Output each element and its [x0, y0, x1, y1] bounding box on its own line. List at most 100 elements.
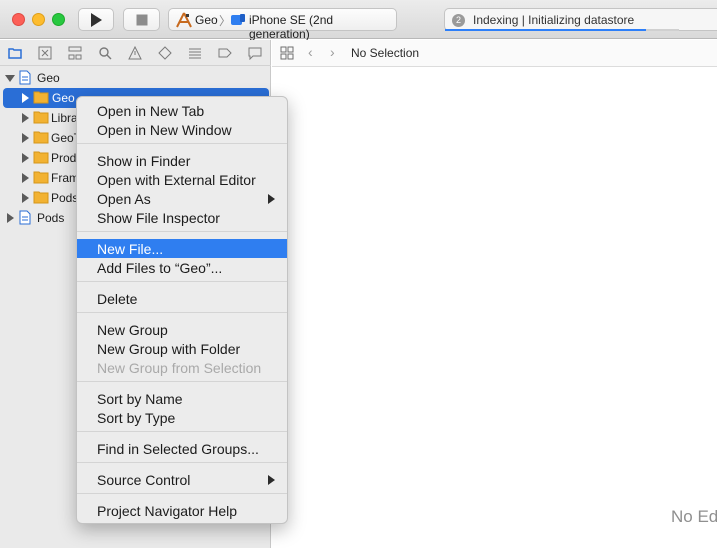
- list-icon[interactable]: [188, 46, 202, 60]
- menu-item-find-in-selected-groups[interactable]: Find in Selected Groups...: [77, 439, 287, 458]
- menu-separator: [77, 462, 287, 463]
- folder-icon: [33, 111, 49, 124]
- diamond-icon[interactable]: [158, 46, 172, 60]
- simulator-device-icon: [231, 14, 245, 25]
- disclosure-triangle-icon[interactable]: [22, 193, 29, 203]
- run-button[interactable]: [78, 8, 114, 31]
- play-icon: [91, 12, 102, 27]
- folder-icon[interactable]: [8, 46, 22, 60]
- minimize-window-button[interactable]: [32, 13, 45, 26]
- back-chevron-icon[interactable]: ‹: [308, 44, 313, 60]
- xcode-app-icon: [176, 12, 192, 28]
- menu-item-project-navigator-help[interactable]: Project Navigator Help: [77, 501, 287, 520]
- stop-button[interactable]: [123, 8, 160, 31]
- menu-item-label: New Group from Selection: [97, 360, 262, 376]
- menu-separator: [77, 381, 287, 382]
- menu-item-new-file[interactable]: New File...: [77, 239, 287, 258]
- menu-item-new-group[interactable]: New Group: [77, 320, 287, 339]
- menu-item-sort-by-type[interactable]: Sort by Type: [77, 408, 287, 427]
- close-window-button[interactable]: [12, 13, 25, 26]
- editor-area: ‹ › No Selection No Ed: [272, 40, 717, 548]
- menu-item-label: Find in Selected Groups...: [97, 441, 259, 457]
- tree-row-label: Pods: [37, 211, 65, 225]
- menu-item-label: Add Files to “Geo”...: [97, 260, 223, 276]
- menu-item-add-files-to-geo[interactable]: Add Files to “Geo”...: [77, 258, 287, 277]
- submenu-arrow-icon: [268, 475, 275, 485]
- menu-separator: [77, 312, 287, 313]
- menu-item-open-with-external-editor[interactable]: Open with External Editor: [77, 170, 287, 189]
- tree-row-label: Libra: [51, 111, 78, 125]
- menu-item-label: Open with External Editor: [97, 172, 256, 188]
- zoom-window-button[interactable]: [52, 13, 65, 26]
- disclosure-triangle-icon[interactable]: [7, 213, 14, 223]
- folder-icon: [33, 171, 49, 184]
- tree-row-label: Geo: [37, 71, 60, 85]
- menu-separator: [77, 493, 287, 494]
- menu-separator: [77, 281, 287, 282]
- menu-item-open-as[interactable]: Open As: [77, 189, 287, 208]
- context-menu: Open in New Tab Open in New Window Show in…: [76, 96, 288, 524]
- x-square-icon[interactable]: [38, 46, 52, 60]
- menu-item-label: Project Navigator Help: [97, 503, 238, 519]
- menu-item-sort-by-name[interactable]: Sort by Name: [77, 389, 287, 408]
- jump-bar: ‹ › No Selection: [272, 40, 717, 67]
- menu-item-label: Show File Inspector: [97, 210, 220, 226]
- menu-item-show-file-inspector[interactable]: Show File Inspector: [77, 208, 287, 227]
- menu-item-label: New Group: [97, 322, 168, 338]
- tree-row-label: Prod: [51, 151, 77, 165]
- menu-item-source-control[interactable]: Source Control: [77, 470, 287, 489]
- menu-item-label: Open in New Window: [97, 122, 232, 138]
- menu-item-show-in-finder[interactable]: Show in Finder: [77, 151, 287, 170]
- folder-icon: [33, 91, 49, 104]
- warning-icon[interactable]: [128, 46, 142, 60]
- related-items-grid-icon[interactable]: [280, 46, 294, 60]
- disclosure-triangle-icon[interactable]: [22, 133, 29, 143]
- menu-item-delete[interactable]: Delete: [77, 289, 287, 308]
- indexing-progress-fill: [445, 29, 647, 31]
- toolbar: Geo 〉 iPhone SE (2nd generation) 2 Index…: [0, 0, 717, 41]
- message-icon[interactable]: [248, 46, 262, 60]
- menu-item-open-in-new-window[interactable]: Open in New Window: [77, 120, 287, 139]
- tree-row-label: Geo: [52, 91, 75, 105]
- submenu-arrow-icon: [268, 194, 275, 204]
- project-icon: [19, 210, 31, 225]
- menu-item-label: Sort by Type: [97, 410, 176, 426]
- activity-status-text: Indexing | Initializing datastore: [473, 13, 635, 27]
- folder-icon: [33, 151, 49, 164]
- folder-icon: [33, 131, 49, 144]
- indexing-progress-bar: [445, 29, 679, 31]
- menu-separator: [77, 231, 287, 232]
- menu-item-label: New File...: [97, 241, 164, 257]
- tag-icon[interactable]: [218, 46, 232, 60]
- disclosure-triangle-icon[interactable]: [22, 93, 29, 103]
- menu-item-label: Delete: [97, 291, 138, 307]
- tree-row-project-geo[interactable]: Geo: [0, 68, 271, 88]
- disclosure-triangle-icon[interactable]: [5, 75, 15, 82]
- scheme-device-name[interactable]: iPhone SE (2nd generation): [249, 13, 396, 41]
- scheme-selector[interactable]: Geo 〉 iPhone SE (2nd generation): [168, 8, 397, 41]
- tree-row-label: Pods: [51, 191, 79, 205]
- menu-item-new-group-from-selection: New Group from Selection: [77, 358, 287, 377]
- scheme-separator: 〉: [219, 14, 232, 28]
- activity-count-badge: 2: [452, 14, 465, 27]
- menu-item-label: Open in New Tab: [97, 103, 205, 119]
- forward-chevron-icon[interactable]: ›: [330, 44, 335, 60]
- menu-item-label: Show in Finder: [97, 153, 191, 169]
- project-icon: [19, 70, 31, 85]
- activity-viewer: 2 Indexing | Initializing datastore: [444, 8, 717, 31]
- menu-item-open-in-new-tab[interactable]: Open in New Tab: [77, 101, 287, 120]
- menu-item-new-group-with-folder[interactable]: New Group with Folder: [77, 339, 287, 358]
- hierarchy-icon[interactable]: [68, 46, 82, 60]
- menu-item-label: Source Control: [97, 472, 191, 488]
- folder-icon: [33, 191, 49, 204]
- menu-item-label: Open As: [97, 191, 151, 207]
- disclosure-triangle-icon[interactable]: [22, 113, 29, 123]
- jump-bar-title: No Selection: [351, 46, 420, 60]
- tree-row-label: Fram: [51, 171, 79, 185]
- menu-item-label: New Group with Folder: [97, 341, 241, 357]
- navigator-tab-bar: [0, 40, 271, 66]
- disclosure-triangle-icon[interactable]: [22, 153, 29, 163]
- scheme-project-name[interactable]: Geo: [195, 13, 218, 27]
- search-icon[interactable]: [98, 46, 112, 60]
- disclosure-triangle-icon[interactable]: [22, 173, 29, 183]
